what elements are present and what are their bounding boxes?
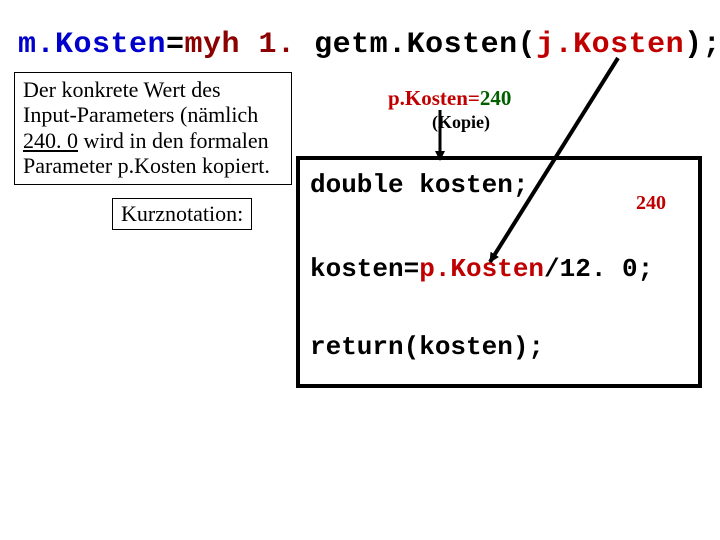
call-tail: ); — [684, 28, 720, 62]
mkosten-var: m.Kosten — [18, 28, 166, 62]
code-line: m.Kosten=myh 1. getm.Kosten(j.Kosten); — [18, 28, 720, 62]
desc-number: 240. 0 — [23, 128, 78, 153]
kurznotation-label: Kurznotation: — [121, 201, 243, 226]
desc-line4: Parameter p.Kosten kopiert. — [23, 153, 270, 178]
method-call: getm.Kosten( — [296, 28, 537, 62]
desc-line1: Der konkrete Wert des — [23, 77, 221, 102]
equals: = — [166, 28, 185, 62]
kurznotation-box: Kurznotation: — [112, 198, 252, 230]
description-box: Der konkrete Wert des Input-Parameters (… — [14, 72, 292, 185]
pkosten-label: p.Kosten= — [388, 86, 480, 110]
code-body-box: double kosten; 240 kosten=p.Kosten/12. 0… — [296, 156, 702, 388]
codebox-l2-pkosten: p.Kosten — [419, 254, 544, 284]
object-ref: myh 1. — [185, 28, 296, 62]
codebox-l2a: kosten= — [310, 254, 419, 284]
codebox-line1: double kosten; — [310, 170, 528, 200]
value-240: 240 — [636, 192, 666, 215]
codebox-l2c: /12. 0; — [544, 254, 653, 284]
kopie-label: (Kopie) — [432, 112, 490, 133]
desc-line3-tail: wird in den formalen — [78, 128, 269, 153]
codebox-line2: kosten=p.Kosten/12. 0; — [310, 254, 653, 284]
desc-line2: Input-Parameters (nämlich — [23, 102, 258, 127]
pkosten-value: 240 — [480, 86, 512, 110]
pkosten-annotation: p.Kosten=240 — [388, 86, 511, 111]
codebox-line3: return(kosten); — [310, 332, 544, 362]
jkosten-arg: j.Kosten — [536, 28, 684, 62]
